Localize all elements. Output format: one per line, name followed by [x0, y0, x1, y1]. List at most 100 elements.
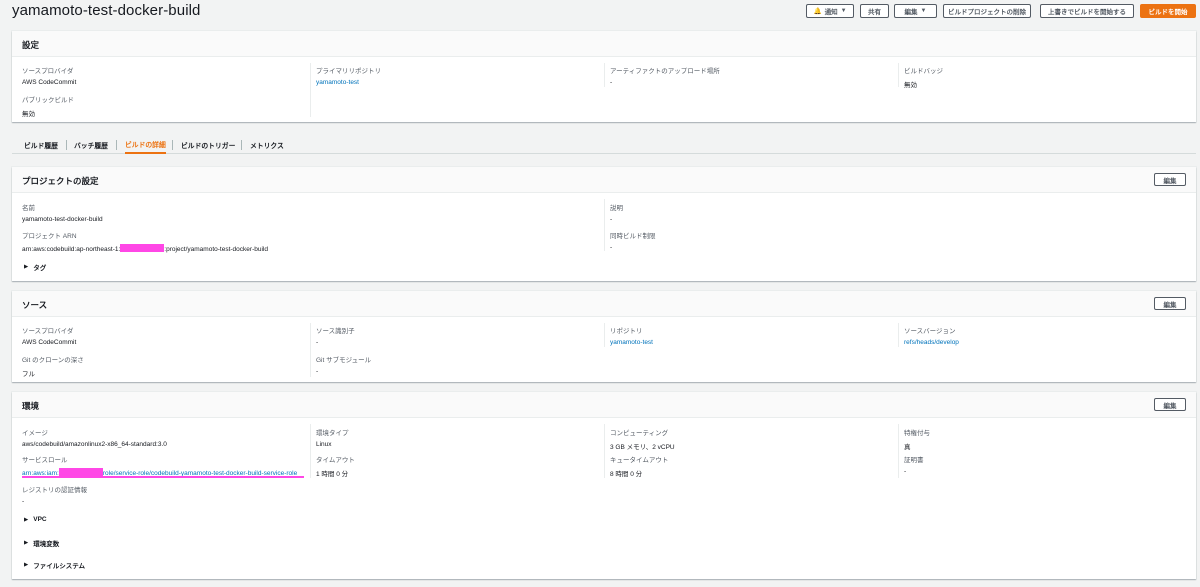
tab-separator [172, 140, 173, 150]
column-divider [898, 424, 899, 478]
tab-separator [66, 140, 67, 150]
env-vars-label: 環境変数 [33, 541, 60, 548]
vpc-label: VPC [33, 516, 47, 523]
settings-header: 設定 [12, 31, 1196, 57]
compute-value: 3 GB メモリ、2 vCPU [610, 444, 675, 451]
project-config-title: プロジェクトの設定 [22, 176, 99, 186]
environment-edit-button[interactable]: 編集 [1154, 398, 1186, 411]
detail-tabs: ビルド履歴 バッチ履歴 ビルドの詳細 ビルドのトリガー メトリクス [12, 136, 1196, 154]
env-type-field: 環境タイプ Linux [316, 427, 349, 448]
env-type-label: 環境タイプ [316, 430, 349, 437]
source-provider-value: AWS CodeCommit [22, 79, 77, 86]
primary-repo-field: プライマリリポジトリ yamamoto-test [316, 65, 381, 86]
certificate-label: 証明書 [904, 457, 924, 464]
timeout-field: タイムアウト 1 時間 0 分 [316, 454, 355, 478]
public-build-label: パブリックビルド [22, 97, 74, 104]
project-edit-button[interactable]: 編集 [1154, 173, 1186, 186]
submodule-field: Git サブモジュール - [316, 354, 371, 375]
registry-field: レジストリの認証情報 - [22, 484, 87, 505]
column-divider [604, 199, 605, 251]
filesystem-expander[interactable]: ▶ ファイルシステム [24, 560, 85, 570]
column-divider [604, 323, 605, 347]
submodule-label: Git サブモジュール [316, 357, 372, 364]
source-version-link[interactable]: refs/heads/develop [904, 339, 959, 346]
source-identifier-field: ソース識別子 - [316, 325, 355, 346]
column-divider [604, 63, 605, 87]
project-config-panel: プロジェクトの設定 編集 名前 yamamoto-test-docker-bui… [12, 167, 1196, 281]
column-divider [310, 424, 311, 478]
registry-label: レジストリの認証情報 [22, 487, 87, 494]
share-label: 共有 [868, 9, 881, 16]
source-edit-button[interactable]: 編集 [1154, 297, 1186, 310]
queue-timeout-field: キュータイムアウト 8 時間 0 分 [610, 454, 668, 478]
start-override-button[interactable]: 上書きでビルドを開始する [1040, 4, 1134, 18]
page-header: yamamoto-test-docker-build 🔔 通知 ▼ 共有 編集 … [0, 0, 1200, 24]
tab-build-details[interactable]: ビルドの詳細 [125, 136, 166, 154]
compute-field: コンピューティング 3 GB メモリ、2 vCPU [610, 427, 675, 451]
share-button[interactable]: 共有 [860, 4, 889, 18]
privileged-value: 真 [904, 444, 911, 451]
column-divider [898, 63, 899, 87]
queue-timeout-value: 8 時間 0 分 [610, 471, 643, 478]
filesystem-label: ファイルシステム [33, 563, 86, 570]
source-identifier-label: ソース識別子 [316, 328, 355, 335]
tab-build-triggers[interactable]: ビルドのトリガー [181, 136, 235, 154]
public-build-value: 無効 [22, 111, 35, 118]
vpc-expander[interactable]: ▶ VPC [24, 516, 47, 523]
column-divider [604, 424, 605, 478]
tab-batch-history[interactable]: バッチ履歴 [74, 136, 108, 154]
concurrency-field: 同時ビルド制限 - [610, 230, 656, 251]
project-arn-value: arn:aws:codebuild:ap-northeast-1: :projec… [22, 244, 268, 253]
primary-repo-link[interactable]: yamamoto-test [316, 79, 381, 86]
delete-project-button[interactable]: ビルドプロジェクトの削除 [943, 4, 1031, 18]
tab-separator [241, 140, 242, 150]
description-field: 説明 - [610, 202, 623, 223]
start-build-label: ビルドを開始 [1148, 9, 1188, 16]
concurrency-label: 同時ビルド制限 [610, 233, 656, 240]
project-config-header: プロジェクトの設定 編集 [12, 167, 1196, 193]
column-divider [898, 323, 899, 347]
caret-right-icon: ▶ [24, 264, 29, 270]
badge-field: ビルドバッジ 無効 [904, 65, 943, 89]
column-divider [310, 323, 311, 377]
artifact-field: アーティファクトのアップロード場所 - [610, 65, 720, 86]
settings-title: 設定 [22, 40, 40, 50]
project-arn-label: プロジェクト ARN [22, 233, 77, 240]
source-header: ソース 編集 [12, 291, 1196, 317]
start-build-button[interactable]: ビルドを開始 [1140, 4, 1196, 18]
delete-label: ビルドプロジェクトの削除 [948, 9, 1026, 16]
source-title: ソース [22, 300, 48, 310]
certificate-field: 証明書 - [904, 454, 924, 475]
description-value: - [610, 216, 613, 223]
arn-prefix: arn:aws:codebuild:ap-northeast-1: [22, 246, 121, 253]
page-title: yamamoto-test-docker-build [12, 2, 201, 19]
bell-icon: 🔔 [813, 8, 822, 15]
repository-link[interactable]: yamamoto-test [610, 339, 653, 346]
tab-separator [116, 140, 117, 150]
notify-label: 通知 [824, 9, 838, 16]
tab-metrics[interactable]: メトリクス [250, 136, 284, 154]
artifact-value: - [610, 79, 613, 86]
timeout-value: 1 時間 0 分 [316, 471, 349, 478]
repository-label: リポジトリ [610, 328, 643, 335]
source-version-field: ソースバージョン refs/heads/develop [904, 325, 959, 346]
project-arn-field: プロジェクト ARN arn:aws:codebuild:ap-northeas… [22, 230, 268, 253]
column-divider [310, 63, 311, 117]
concurrency-value: - [610, 244, 613, 251]
edit-menu-button[interactable]: 編集 ▼ [894, 4, 937, 18]
arn-suffix: :project/yamamoto-test-docker-build [164, 246, 268, 253]
caret-down-icon: ▼ [840, 8, 847, 14]
notify-button[interactable]: 🔔 通知 ▼ [806, 4, 854, 18]
badge-label: ビルドバッジ [904, 68, 943, 75]
source-provider-value: AWS CodeCommit [22, 339, 77, 346]
env-vars-expander[interactable]: ▶ 環境変数 [24, 538, 59, 548]
project-name-label: 名前 [22, 205, 35, 212]
redaction-block [120, 244, 165, 252]
tab-build-history[interactable]: ビルド履歴 [24, 136, 58, 154]
tags-expander[interactable]: ▶ タグ [24, 262, 46, 272]
source-provider-field: ソースプロバイダ AWS CodeCommit [22, 65, 76, 86]
registry-value: - [22, 498, 25, 505]
caret-down-icon: ▼ [920, 8, 927, 14]
source-provider-label: ソースプロバイダ [22, 68, 74, 75]
submodule-value: - [316, 368, 319, 375]
